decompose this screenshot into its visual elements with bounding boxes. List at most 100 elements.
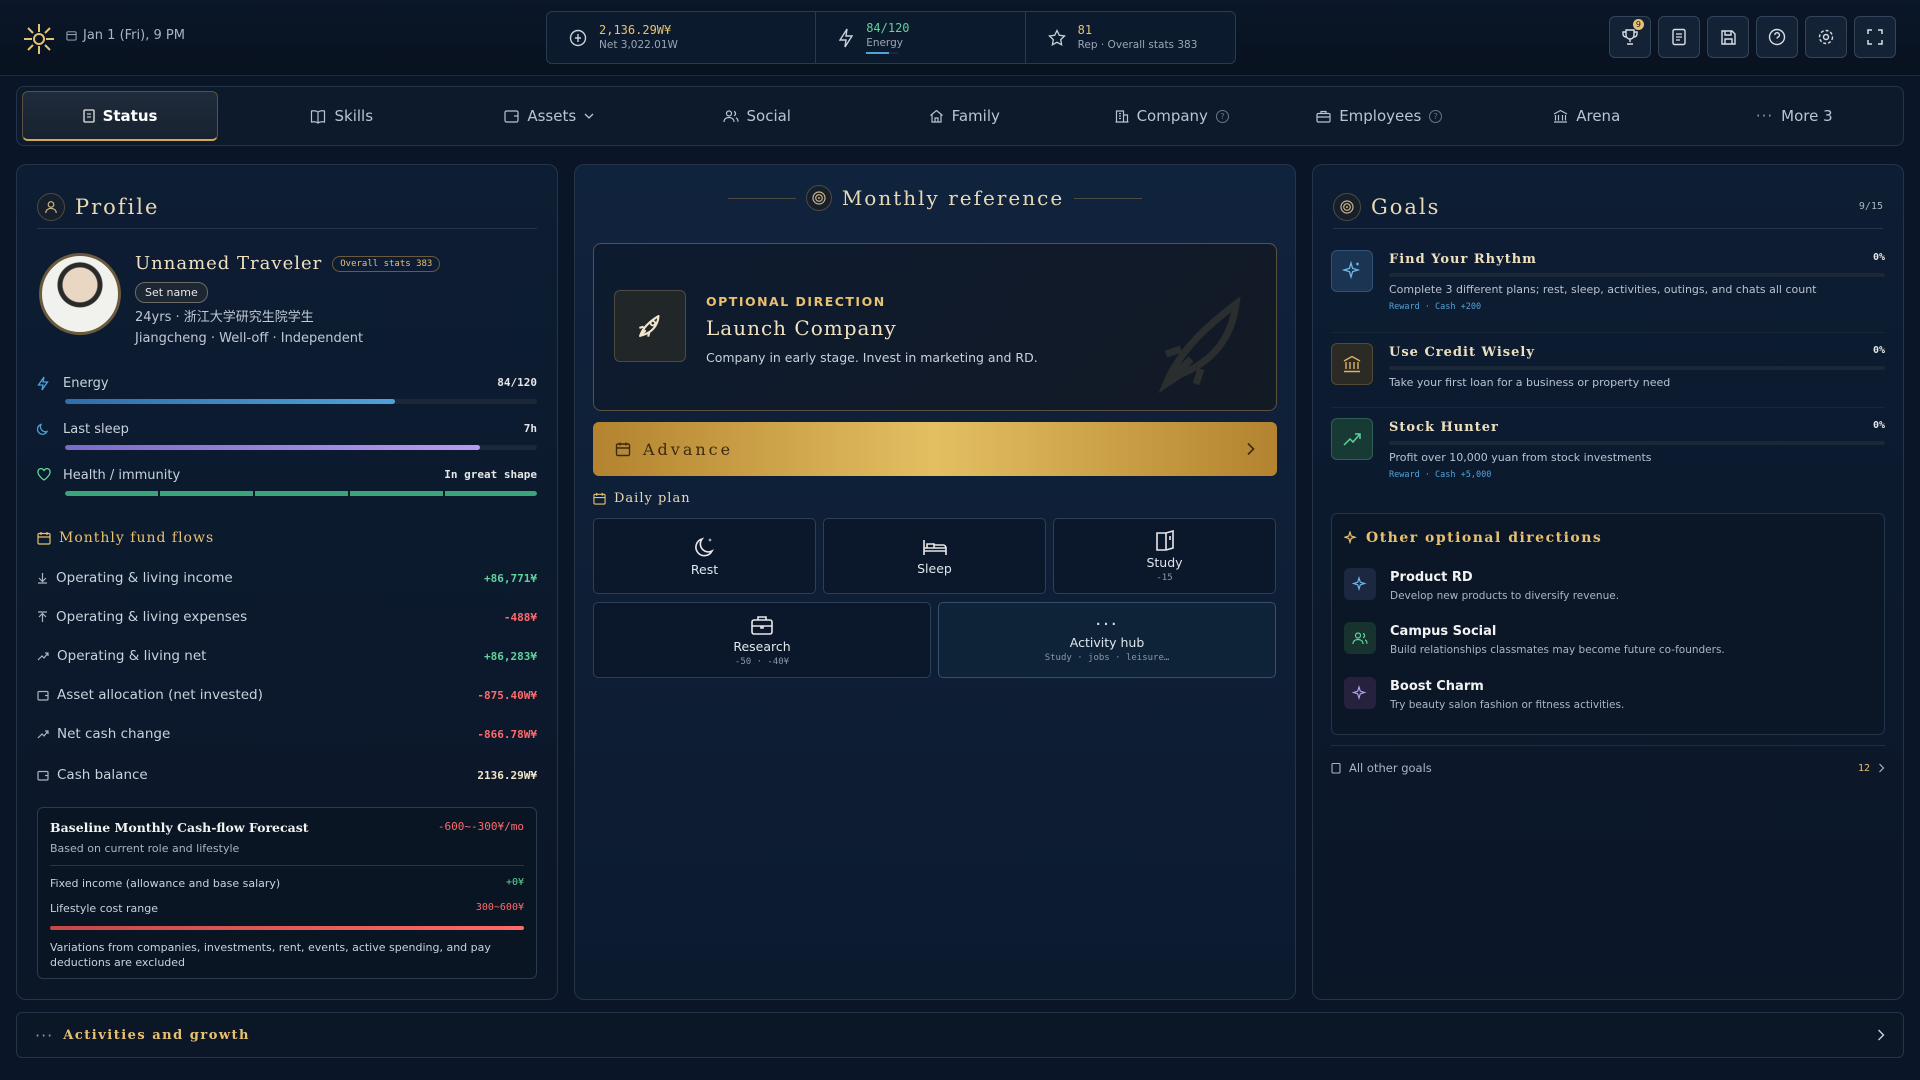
reputation-stat[interactable]: 81 Rep · Overall stats 383 <box>1026 12 1235 63</box>
tab-status-label: Status <box>102 106 158 125</box>
trend-up-icon <box>37 730 49 739</box>
direction-desc: Company in early stage. Invest in market… <box>706 350 1038 365</box>
tab-employees[interactable]: Employees ? <box>1276 91 1484 141</box>
fullscreen-button[interactable] <box>1854 16 1896 58</box>
avatar[interactable] <box>39 253 121 335</box>
flow-row: Net cash change -866.78W¥ <box>37 724 537 744</box>
goal-progress: 0% <box>1872 252 1885 263</box>
study-action[interactable]: Study -15 <box>1053 518 1276 594</box>
profile-line-2: Jiangcheng · Well-off · Independent <box>135 331 364 346</box>
goal-item[interactable]: Use Credit Wisely 0% Take your first loa… <box>1331 343 1885 398</box>
target-icon <box>805 185 832 211</box>
person-icon <box>37 192 65 221</box>
health-label: Health / immunity <box>63 468 181 483</box>
sleep-action[interactable]: Sleep <box>823 518 1046 594</box>
flow-row: Cash balance 2136.29W¥ <box>37 765 537 785</box>
set-name-button[interactable]: Set name <box>135 282 208 303</box>
home-icon <box>929 109 943 123</box>
tab-company[interactable]: Company ? <box>1068 91 1276 141</box>
lifestyle-value: 300~600¥ <box>475 902 524 913</box>
direction-desc: Build relationships classmates may becom… <box>1390 644 1725 656</box>
moon-icon <box>694 537 714 557</box>
sleep-label: Last sleep <box>63 422 129 437</box>
energy-value: 84/120 <box>497 376 537 389</box>
direction-kicker: OPTIONAL DIRECTION <box>706 294 886 309</box>
employees-help-icon[interactable]: ? <box>1429 109 1443 123</box>
profile-line-1: 24yrs · 浙江大学研究生院学生 <box>135 310 314 325</box>
tab-social[interactable]: Social <box>653 91 861 141</box>
other-directions-card: Other optional directions Product RD Dev… <box>1331 513 1885 735</box>
chevron-right-icon <box>1878 1029 1885 1041</box>
direction-item[interactable]: Campus Social Build relationships classm… <box>1344 622 1872 666</box>
activities-growth-bar[interactable]: ··· Activities and growth <box>16 1012 1904 1058</box>
chevron-right-icon <box>1247 442 1255 456</box>
all-other-goals-link[interactable]: All other goals 12 <box>1331 757 1885 779</box>
flow-label: Operating & living expenses <box>56 609 248 625</box>
health-value: In great shape <box>444 468 537 481</box>
forecast-note: Variations from companies, investments, … <box>50 941 491 969</box>
ellipsis-icon: ··· <box>1755 107 1774 125</box>
goals-panel: Goals 9/15 Find Your Rhythm 0% Complete … <box>1312 164 1904 1000</box>
rocket-watermark-icon <box>1158 296 1241 394</box>
tab-family[interactable]: Family <box>861 91 1069 141</box>
energy-stat[interactable]: 84/120 Energy <box>816 12 1026 63</box>
tab-arena[interactable]: Arena <box>1483 91 1691 141</box>
tab-status[interactable]: Status <box>22 91 218 141</box>
profile-header: Profile <box>37 185 537 229</box>
cash-stat[interactable]: 2,136.29W¥ Net 3,022.01W <box>547 12 817 63</box>
flow-row: Asset allocation (net invested) -875.40W… <box>37 685 537 705</box>
direction-desc: Try beauty salon fashion or fitness acti… <box>1390 699 1625 711</box>
help-button[interactable] <box>1756 16 1798 58</box>
health-row: Health / immunity In great shape <box>37 468 537 508</box>
forecast-title: Baseline Monthly Cash-flow Forecast <box>50 820 309 835</box>
activities-growth-label: Activities and growth <box>63 1027 251 1043</box>
other-directions-title: Other optional directions <box>1366 530 1603 546</box>
overall-stats-badge: Overall stats 383 <box>332 255 441 272</box>
cash-value: 2,136.29W¥ <box>599 23 672 37</box>
book-icon <box>311 109 326 124</box>
profile-panel: Profile Unnamed Traveler Overall stats 3… <box>16 164 558 1000</box>
optional-direction-card[interactable]: OPTIONAL DIRECTION Launch Company Compan… <box>593 243 1277 411</box>
flow-label: Asset allocation (net invested) <box>57 687 263 703</box>
calendar-icon <box>66 31 77 41</box>
log-button[interactable] <box>1658 16 1700 58</box>
flow-label: Operating & living net <box>57 648 207 664</box>
date-text: Jan 1 (Fri), 9 PM <box>83 28 185 43</box>
book-open-icon <box>1155 529 1174 551</box>
flow-value: +86,771¥ <box>484 571 537 585</box>
activity-hub-sub: Study · jobs · leisure… <box>1044 652 1170 663</box>
sun-logo-icon <box>24 24 54 54</box>
goal-progress-bar <box>1389 273 1885 277</box>
achievements-button[interactable]: 9 <box>1609 16 1651 58</box>
direction-item[interactable]: Product RD Develop new products to diver… <box>1344 568 1872 612</box>
direction-title: Launch Company <box>706 316 897 340</box>
activity-hub-action[interactable]: ··· Activity hub Study · jobs · leisure… <box>938 602 1276 678</box>
energy-label: Energy <box>866 37 903 49</box>
forecast-subtitle: Based on current role and lifestyle <box>50 842 240 855</box>
users-icon <box>1344 622 1376 654</box>
settings-button[interactable] <box>1805 16 1847 58</box>
goal-item[interactable]: Stock Hunter 0% Profit over 10,000 yuan … <box>1331 418 1885 490</box>
activity-hub-label: Activity hub <box>1069 634 1145 650</box>
tab-skills[interactable]: Skills <box>238 91 446 141</box>
save-button[interactable] <box>1707 16 1749 58</box>
company-help-icon[interactable]: ? <box>1215 109 1229 123</box>
research-action[interactable]: Research -50 · -40¥ <box>593 602 931 678</box>
rest-action[interactable]: Rest <box>593 518 816 594</box>
sleep-label: Sleep <box>917 561 952 576</box>
tab-more-label: More 3 <box>1781 107 1833 125</box>
energy-label: Energy <box>63 376 109 391</box>
fund-flows-title: Monthly fund flows <box>59 530 215 546</box>
achievements-badge: 9 <box>1632 19 1644 30</box>
goal-item[interactable]: Find Your Rhythm 0% Complete 3 different… <box>1331 250 1885 322</box>
goal-reward: Reward · Cash +200 <box>1389 302 1482 312</box>
tab-more[interactable]: ··· More 3 <box>1691 91 1899 141</box>
fund-flows-header: Monthly fund flows <box>37 530 214 546</box>
all-other-goals-count: 12 <box>1857 762 1870 774</box>
goals-title: Goals <box>1371 194 1441 219</box>
advance-button[interactable]: Advance <box>593 422 1277 476</box>
research-cost: -50 · -40¥ <box>734 656 790 667</box>
ellipsis-icon: ··· <box>1095 613 1119 635</box>
tab-assets[interactable]: Assets <box>446 91 654 141</box>
direction-item[interactable]: Boost Charm Try beauty salon fashion or … <box>1344 677 1872 721</box>
